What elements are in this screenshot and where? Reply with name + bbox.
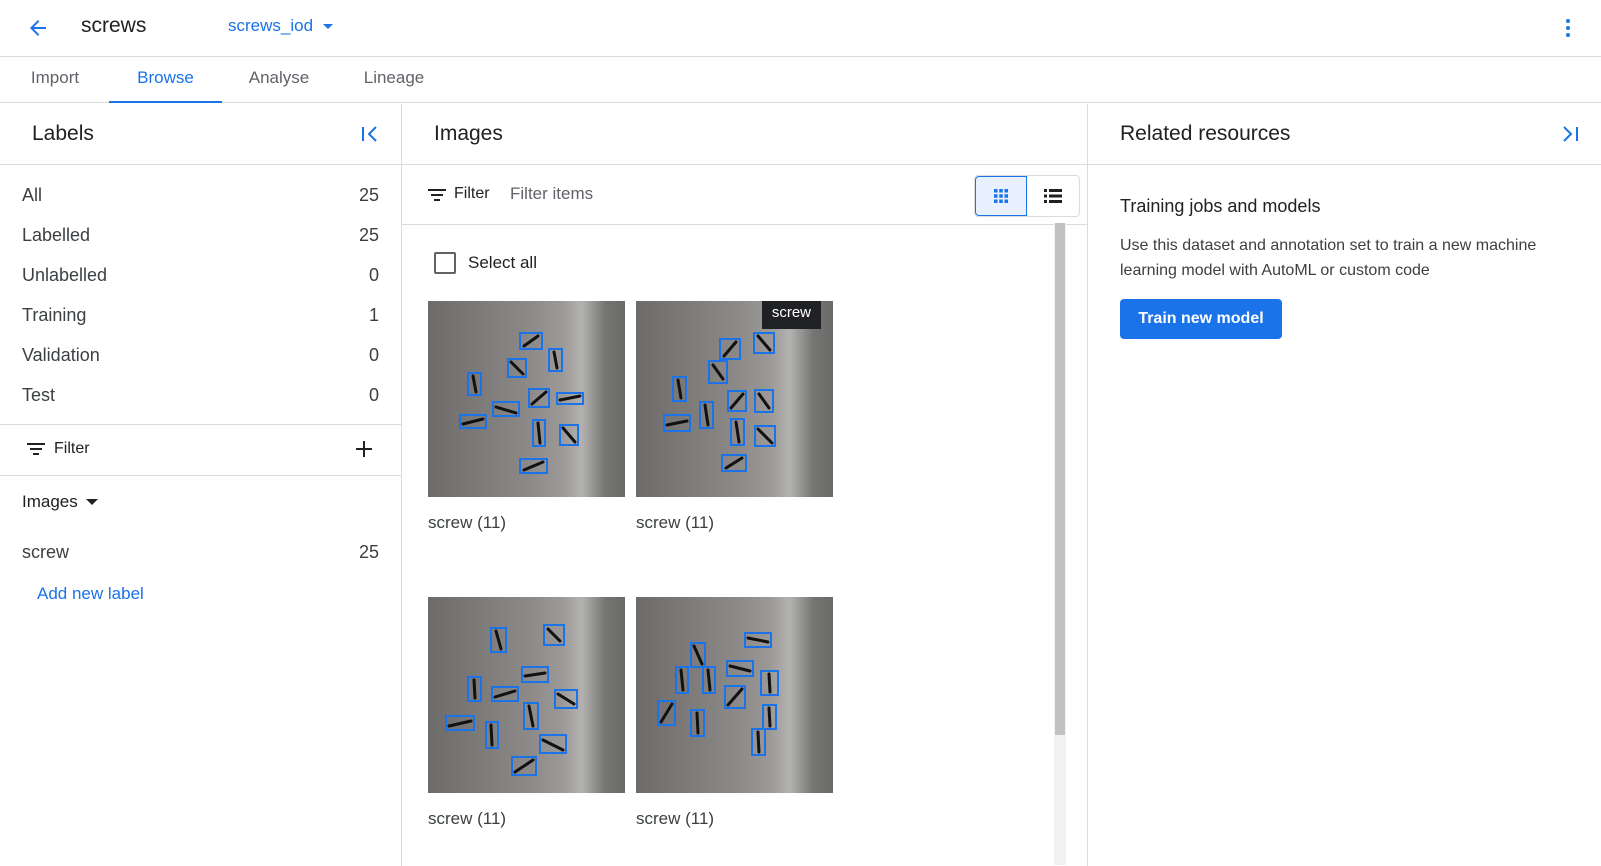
collapse-right-icon[interactable] — [1558, 122, 1582, 146]
label-count: 25 — [358, 542, 379, 562]
dataset-title: screws — [81, 14, 147, 37]
related-resources-title: Related resources — [1120, 122, 1291, 145]
label-count: 1 — [368, 305, 379, 325]
scrollbar-thumb[interactable] — [1055, 223, 1065, 735]
label-row-training[interactable]: Training 1 — [0, 295, 401, 335]
label-name: Training — [22, 305, 87, 325]
arrow-drop-down-icon — [85, 499, 98, 505]
more-vert-icon[interactable] — [1556, 12, 1580, 44]
related-resources-panel: Related resources Training jobs and mode… — [1088, 104, 1601, 866]
image-thumbnail: screw — [636, 301, 833, 497]
tab-lineage[interactable]: Lineage — [358, 57, 430, 103]
tab-bar: Import Browse Analyse Lineage — [0, 57, 1601, 103]
select-all-checkbox[interactable]: Select all — [434, 252, 537, 274]
labels-panel: Labels All 25 Labelled 25 Unlabelled 0 T… — [0, 104, 402, 866]
images-toolbar: Filter — [402, 165, 1087, 225]
add-new-label-link[interactable]: Add new label — [37, 584, 144, 604]
label-name: Test — [22, 385, 56, 405]
label-filter-row: Filter — [0, 425, 401, 475]
training-jobs-description: Use this dataset and annotation set to t… — [1120, 237, 1537, 279]
tab-import[interactable]: Import — [22, 57, 88, 103]
chevron-down-icon — [323, 23, 334, 29]
images-group-toggle[interactable]: Images — [22, 492, 98, 512]
label-row-all[interactable]: All 25 — [0, 175, 401, 215]
bounding-boxes — [663, 332, 776, 472]
train-new-model-button[interactable]: Train new model — [1120, 299, 1282, 339]
bounding-boxes — [459, 332, 584, 474]
image-tile[interactable]: screw (11) — [636, 597, 833, 829]
image-thumbnail — [636, 597, 833, 793]
label-row-unlabelled[interactable]: Unlabelled 0 — [0, 255, 401, 295]
image-thumbnail — [428, 597, 625, 793]
label-row-test[interactable]: Test 0 — [0, 375, 401, 415]
images-scrollbar[interactable] — [1054, 223, 1066, 865]
related-resources-header: Related resources — [1088, 104, 1601, 165]
select-all-label: Select all — [468, 253, 537, 272]
label-count: 0 — [368, 265, 379, 285]
filter-label[interactable]: Filter — [454, 185, 490, 203]
grid-view-icon[interactable] — [975, 176, 1028, 216]
image-tile[interactable]: screw (11) — [428, 597, 625, 829]
label-name: Validation — [22, 345, 100, 365]
add-icon[interactable] — [353, 438, 375, 460]
label-name: Labelled — [22, 225, 91, 245]
label-row-validation[interactable]: Validation 0 — [0, 335, 401, 375]
view-toggle — [974, 175, 1080, 217]
arrow-back-icon[interactable] — [22, 12, 54, 44]
label-tooltip: screw — [761, 301, 821, 329]
group-label: Images — [22, 492, 78, 511]
label-count: 0 — [368, 385, 379, 405]
images-panel: Images Filter Select all — [402, 104, 1088, 866]
images-title: Images — [434, 122, 503, 145]
label-count: 25 — [358, 185, 379, 205]
image-caption: screw (11) — [636, 809, 715, 828]
labels-title: Labels — [32, 122, 94, 145]
image-caption: screw (11) — [428, 809, 507, 828]
collapse-left-icon[interactable] — [358, 122, 382, 146]
images-label-group: Images — [0, 476, 401, 526]
top-bar: screws screws_iod — [0, 0, 1601, 57]
tab-browse[interactable]: Browse — [109, 57, 222, 103]
annotation-set-dropdown[interactable]: screws_iod — [228, 16, 334, 36]
image-caption: screw (11) — [428, 513, 507, 532]
label-count: 25 — [358, 225, 379, 245]
label-row-labelled[interactable]: Labelled 25 — [0, 215, 401, 255]
label-filter-list: All 25 Labelled 25 Unlabelled 0 Training… — [0, 165, 401, 415]
label-name: Unlabelled — [22, 265, 108, 285]
training-jobs-title: Training jobs and models — [1120, 196, 1321, 216]
image-tile[interactable]: screw (11) — [428, 301, 625, 533]
label-count: 0 — [368, 345, 379, 365]
bounding-boxes — [445, 624, 578, 776]
image-caption: screw (11) — [636, 513, 715, 532]
filter-items-input[interactable] — [510, 179, 810, 209]
list-view-icon[interactable] — [1027, 176, 1079, 216]
label-name: screw — [22, 542, 70, 562]
filter-label[interactable]: Filter — [54, 440, 90, 458]
annotation-set-label: screws_iod — [228, 16, 314, 35]
filter-icon[interactable] — [428, 188, 446, 207]
image-thumbnail — [428, 301, 625, 497]
label-name: All — [22, 185, 43, 205]
filter-icon[interactable] — [27, 442, 45, 461]
bounding-boxes — [657, 632, 779, 756]
tab-analyse[interactable]: Analyse — [243, 57, 315, 103]
images-panel-header: Images — [402, 104, 1087, 165]
image-tile[interactable]: screw screw (11) — [636, 301, 833, 533]
labels-panel-header: Labels — [0, 104, 401, 165]
label-row-screw[interactable]: screw 25 — [0, 532, 401, 572]
checkbox[interactable] — [434, 252, 456, 274]
